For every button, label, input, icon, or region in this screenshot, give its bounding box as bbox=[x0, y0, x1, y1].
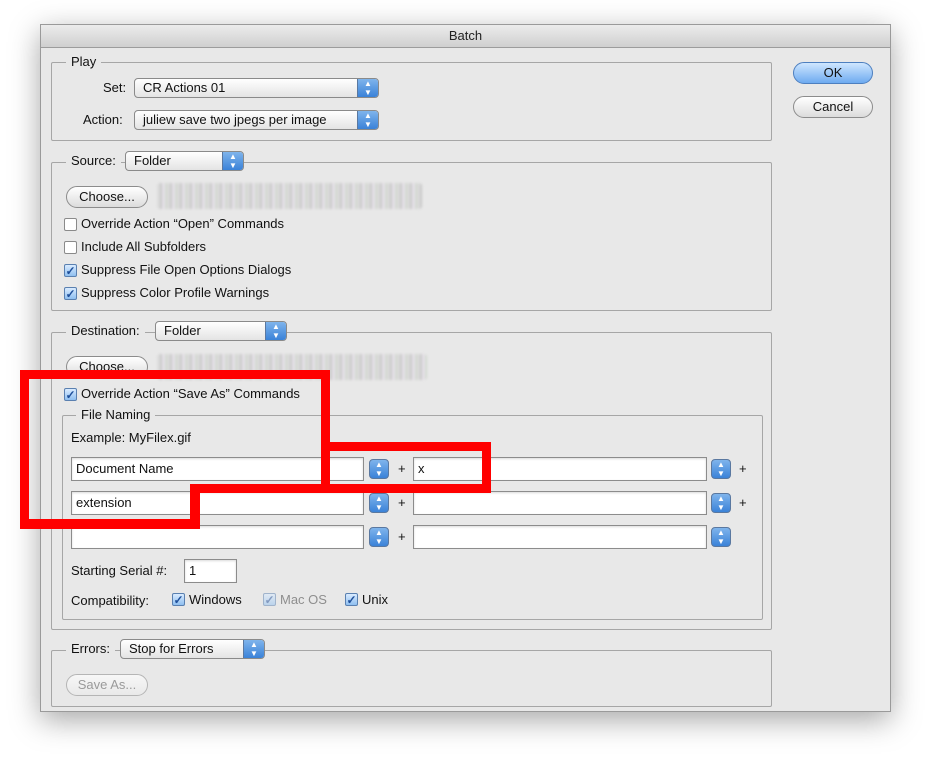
errors-value: Stop for Errors bbox=[129, 641, 214, 656]
popup-arrows-icon: ▲ ▼ bbox=[357, 79, 378, 97]
ok-button[interactable]: OK bbox=[793, 62, 873, 84]
naming-field-2-left[interactable]: extension bbox=[71, 491, 364, 515]
errors-save-as-button: Save As... bbox=[66, 674, 148, 696]
destination-choose-button[interactable]: Choose... bbox=[66, 356, 148, 378]
batch-dialog: Batch OK Cancel Play Set: CR Actions 01 … bbox=[40, 24, 891, 712]
override-open-checkbox[interactable] bbox=[64, 218, 77, 231]
compat-unix-checkbox[interactable]: ✓ bbox=[345, 593, 358, 606]
compat-macos-label: Mac OS bbox=[280, 592, 327, 607]
suppress-open-options-label: Suppress File Open Options Dialogs bbox=[81, 262, 292, 277]
source-popup[interactable]: Folder ▲ ▼ bbox=[125, 151, 244, 171]
popup-arrows-icon: ▲ ▼ bbox=[357, 111, 378, 129]
plus-sign: + bbox=[398, 529, 406, 544]
file-naming-example: Example: MyFilex.gif bbox=[71, 430, 191, 445]
compat-macos-checkbox: ✓ bbox=[263, 593, 276, 607]
compat-windows-label: Windows bbox=[189, 592, 242, 607]
destination-label: Destination: bbox=[66, 323, 145, 339]
naming-field-3-left[interactable] bbox=[71, 525, 364, 549]
play-group-label: Play bbox=[66, 54, 102, 70]
highlight-left-edge bbox=[20, 438, 29, 529]
destination-value: Folder bbox=[164, 323, 201, 338]
naming-stepper-1-left[interactable]: ▲ ▼ bbox=[369, 459, 389, 479]
naming-field-2-right[interactable] bbox=[413, 491, 707, 515]
compat-windows-checkbox[interactable]: ✓ bbox=[172, 593, 185, 606]
popup-arrows-icon: ▲ ▼ bbox=[265, 322, 286, 340]
naming-stepper-1-right[interactable]: ▲ ▼ bbox=[711, 459, 731, 479]
naming-stepper-3-left[interactable]: ▲ ▼ bbox=[369, 527, 389, 547]
action-value: juliew save two jpegs per image bbox=[143, 112, 327, 127]
override-save-as-label: Override Action “Save As” Commands bbox=[81, 386, 300, 401]
serial-label: Starting Serial #: bbox=[71, 563, 168, 578]
action-label: Action: bbox=[83, 112, 123, 127]
compatibility-label: Compatibility: bbox=[71, 593, 150, 608]
suppress-color-profile-label: Suppress Color Profile Warnings bbox=[81, 285, 270, 300]
source-choose-button[interactable]: Choose... bbox=[66, 186, 148, 208]
set-value: CR Actions 01 bbox=[143, 80, 226, 95]
plus-sign: + bbox=[739, 461, 747, 476]
plus-sign: + bbox=[739, 495, 747, 510]
naming-stepper-2-left[interactable]: ▲ ▼ bbox=[369, 493, 389, 513]
serial-input[interactable]: 1 bbox=[184, 559, 237, 583]
override-open-label: Override Action “Open” Commands bbox=[81, 216, 285, 231]
destination-path-blurred bbox=[157, 354, 427, 380]
include-subfolders-checkbox[interactable] bbox=[64, 241, 77, 254]
set-label: Set: bbox=[103, 80, 127, 95]
naming-stepper-3-right[interactable]: ▲ ▼ bbox=[711, 527, 731, 547]
source-label: Source: bbox=[66, 153, 121, 169]
destination-popup[interactable]: Folder ▲ ▼ bbox=[155, 321, 287, 341]
suppress-open-options-checkbox[interactable]: ✓ bbox=[64, 264, 77, 277]
errors-popup[interactable]: Stop for Errors ▲ ▼ bbox=[120, 639, 265, 659]
naming-field-1-right[interactable]: x bbox=[413, 457, 707, 481]
popup-arrows-icon: ▲ ▼ bbox=[222, 152, 243, 170]
include-subfolders-label: Include All Subfolders bbox=[81, 239, 207, 254]
naming-field-1-left[interactable]: Document Name bbox=[71, 457, 364, 481]
cancel-button[interactable]: Cancel bbox=[793, 96, 873, 118]
source-path-blurred bbox=[157, 183, 422, 209]
naming-stepper-2-right[interactable]: ▲ ▼ bbox=[711, 493, 731, 513]
compat-unix-label: Unix bbox=[362, 592, 389, 607]
override-save-as-checkbox[interactable]: ✓ bbox=[64, 388, 77, 401]
plus-sign: + bbox=[398, 461, 406, 476]
file-naming-label: File Naming bbox=[76, 407, 156, 423]
set-popup[interactable]: CR Actions 01 ▲ ▼ bbox=[134, 78, 379, 98]
plus-sign: + bbox=[398, 495, 406, 510]
suppress-color-profile-checkbox[interactable]: ✓ bbox=[64, 287, 77, 300]
source-value: Folder bbox=[134, 153, 171, 168]
dialog-title: Batch bbox=[41, 25, 890, 48]
naming-field-3-right[interactable] bbox=[413, 525, 707, 549]
errors-label: Errors: bbox=[66, 641, 115, 657]
popup-arrows-icon: ▲ ▼ bbox=[243, 640, 264, 658]
action-popup[interactable]: juliew save two jpegs per image ▲ ▼ bbox=[134, 110, 379, 130]
